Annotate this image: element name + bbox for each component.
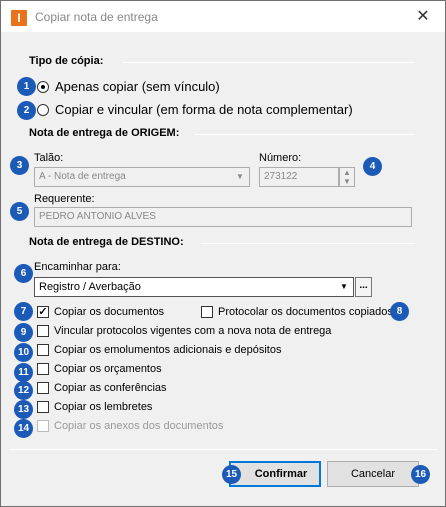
copy-reminders-checkbox[interactable]	[37, 401, 49, 413]
badge-6: 6	[14, 264, 33, 283]
badge-2: 2	[17, 101, 36, 120]
badge-1: 1	[17, 77, 36, 96]
copy-reminders-label[interactable]: Copiar os lembretes	[54, 401, 152, 413]
protocol-copied-documents-checkbox[interactable]	[201, 306, 213, 318]
encaminhar-select[interactable]: Registro / Averbação ▼	[34, 277, 354, 297]
talao-combo: A - Nota de entrega ▼	[34, 167, 250, 187]
badge-8: 8	[390, 302, 409, 321]
origin-section-title: Nota de entrega de ORIGEM:	[29, 127, 180, 139]
radio-copy-and-link-label[interactable]: Copiar e vincular (em forma de nota comp…	[55, 102, 353, 117]
numero-spinner: ▲ ▼	[339, 167, 355, 187]
confirm-button[interactable]: Confirmar	[229, 461, 321, 487]
window-title: Copiar nota de entrega	[35, 10, 158, 24]
copy-checks-checkbox[interactable]	[37, 382, 49, 394]
copy-documents-checkbox[interactable]: ✓	[37, 306, 49, 318]
copy-fees-deposits-label[interactable]: Copiar os emolumentos adicionais e depós…	[54, 344, 281, 356]
copy-budgets-checkbox[interactable]	[37, 363, 49, 375]
copy-attachments-checkbox	[37, 420, 49, 432]
confirm-button-label: Confirmar	[254, 468, 308, 480]
radio-copy-only-label[interactable]: Apenas copiar (sem vínculo)	[55, 79, 220, 94]
copy-checks-label[interactable]: Copiar as conferências	[54, 382, 167, 394]
copy-type-title: Tipo de cópia:	[29, 55, 104, 67]
talao-value: A - Nota de entrega	[39, 171, 126, 182]
encaminhar-label: Encaminhar para:	[34, 261, 121, 273]
copy-fees-deposits-checkbox[interactable]	[37, 344, 49, 356]
separator	[9, 449, 437, 450]
copy-attachments-label: Copiar os anexos dos documentos	[54, 420, 224, 432]
numero-label: Número:	[259, 152, 302, 164]
radio-copy-and-link[interactable]	[37, 104, 49, 116]
requerente-label: Requerente:	[34, 193, 95, 205]
requerente-field: PEDRO ANTONIO ALVES	[34, 207, 412, 227]
badge-3: 3	[10, 156, 29, 175]
browse-destination-button[interactable]: ...	[355, 277, 372, 297]
badge-7: 7	[14, 302, 33, 321]
encaminhar-value: Registro / Averbação	[39, 281, 141, 293]
badge-5: 5	[10, 202, 29, 221]
destination-section-title: Nota de entrega de DESTINO:	[29, 236, 184, 248]
separator	[123, 62, 415, 63]
badge-13: 13	[14, 400, 33, 419]
badge-10: 10	[14, 343, 33, 362]
separator	[201, 243, 415, 244]
chevron-down-icon: ▼	[236, 172, 244, 181]
radio-copy-only[interactable]	[37, 81, 49, 93]
title-bar: I Copiar nota de entrega ✕	[1, 1, 445, 32]
close-button[interactable]: ✕	[401, 1, 445, 32]
link-protocols-label[interactable]: Vincular protocolos vigentes com a nova …	[54, 325, 331, 337]
separator	[195, 134, 415, 135]
badge-12: 12	[14, 381, 33, 400]
chevron-down-icon[interactable]: ▼	[335, 278, 353, 296]
app-logo-icon: I	[11, 10, 27, 26]
copy-delivery-note-dialog: I Copiar nota de entrega ✕ Tipo de cópia…	[0, 0, 446, 507]
copy-budgets-label[interactable]: Copiar os orçamentos	[54, 363, 162, 375]
badge-14: 14	[14, 419, 33, 438]
link-protocols-checkbox[interactable]	[37, 325, 49, 337]
copy-documents-label[interactable]: Copiar os documentos	[54, 306, 164, 318]
badge-9: 9	[14, 323, 33, 342]
badge-16: 16	[411, 465, 430, 484]
numero-field: 273122	[259, 167, 339, 187]
badge-15: 15	[222, 465, 241, 484]
protocol-copied-documents-label[interactable]: Protocolar os documentos copiados	[218, 306, 393, 318]
cancel-button[interactable]: Cancelar	[327, 461, 419, 487]
badge-11: 11	[14, 363, 33, 382]
badge-4: 4	[363, 157, 382, 176]
talao-label: Talão:	[34, 152, 64, 164]
